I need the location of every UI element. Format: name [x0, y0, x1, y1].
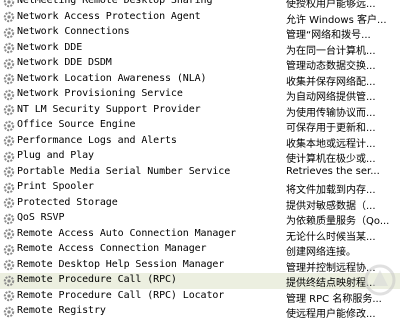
- service-description: Retrieves the ser...: [286, 166, 380, 177]
- service-row[interactable]: Network DDE DSDM 管理动态数据交换...: [0, 56, 400, 72]
- gear-icon: [3, 275, 15, 287]
- service-row[interactable]: Office Source Engine 可保存用于更新和...: [0, 118, 400, 134]
- gear-icon: [3, 11, 15, 23]
- service-name: Remote Access Auto Connection Manager: [17, 228, 236, 239]
- service-row[interactable]: QoS RSVP 为依赖质量服务（Qo...: [0, 211, 400, 227]
- service-row[interactable]: Remote Access Connection Manager 创建网络连接。: [0, 242, 400, 258]
- gear-icon: [3, 120, 15, 132]
- gear-icon: [3, 89, 15, 101]
- service-description: 无论什么时候当某...: [286, 228, 376, 243]
- gear-icon: [3, 197, 15, 209]
- service-row[interactable]: Remote Desktop Help Session Manager管理并控制…: [0, 258, 400, 274]
- service-row[interactable]: Portable Media Serial Number Service Retr…: [0, 165, 400, 181]
- service-row[interactable]: Network Access Protection Agent 允许 Window…: [0, 10, 400, 26]
- service-description: 允许 Windows 客户...: [286, 11, 387, 26]
- service-name: Network DDE: [17, 42, 82, 53]
- service-row[interactable]: Print Spooler 将文件加载到内存...: [0, 180, 400, 196]
- service-row[interactable]: Performance Logs and Alerts 收集本地或远程计...: [0, 134, 400, 150]
- service-row[interactable]: Remote Access Auto Connection Manager 无论什…: [0, 227, 400, 243]
- service-name: Remote Access Connection Manager: [17, 243, 206, 254]
- gear-icon: [3, 213, 15, 225]
- service-description: 收集并保存网络配...: [286, 73, 376, 88]
- gear-icon: [3, 166, 15, 178]
- service-description: 使授权用户能够远...: [286, 0, 376, 10]
- service-row[interactable]: Remote Registry 使远程用户能修改...: [0, 304, 400, 320]
- service-row[interactable]: Network DDE 为在同一台计算机...: [0, 41, 400, 57]
- gear-icon: [3, 135, 15, 147]
- gear-icon: [3, 244, 15, 256]
- site-watermark-icon: [362, 262, 398, 298]
- service-name: Network Provisioning Service: [17, 88, 183, 99]
- service-name: Network Connections: [17, 26, 130, 37]
- service-description: 管理动态数据交换...: [286, 57, 376, 72]
- service-name: Plug and Play: [17, 150, 94, 161]
- service-row[interactable]: Network Location Awareness (NLA) 收集并保存网络配…: [0, 72, 400, 88]
- service-description: 收集本地或远程计...: [286, 135, 376, 150]
- service-name: Network Access Protection Agent: [17, 11, 201, 22]
- gear-icon: [3, 73, 15, 85]
- service-row[interactable]: Network Provisioning Service 为自动网络提供管...: [0, 87, 400, 103]
- gear-icon: [3, 58, 15, 70]
- service-row[interactable]: Network Connections 管理“网络和拨号...: [0, 25, 400, 41]
- service-name: NT LM Security Support Provider: [17, 104, 201, 115]
- service-name: Protected Storage: [17, 197, 118, 208]
- service-row[interactable]: NetMeeting Remote Desktop Sharing 使授权用户能够…: [0, 0, 400, 10]
- service-name: Print Spooler: [17, 181, 94, 192]
- service-row[interactable]: Plug and Play 使计算机在极少或...: [0, 149, 400, 165]
- gear-icon: [3, 104, 15, 116]
- service-name: Performance Logs and Alerts: [17, 135, 177, 146]
- service-name: Portable Media Serial Number Service: [17, 166, 230, 177]
- service-description: 为使用传输协议而...: [286, 104, 376, 119]
- gear-icon: [3, 259, 15, 271]
- service-row[interactable]: NT LM Security Support Provider 为使用传输协议而.…: [0, 103, 400, 119]
- service-name: Network Location Awareness (NLA): [17, 73, 206, 84]
- service-name: QoS RSVP: [17, 212, 64, 223]
- service-description: 将文件加载到内存...: [286, 181, 376, 196]
- gear-icon: [3, 42, 15, 54]
- service-description: 使远程用户能修改...: [286, 305, 376, 320]
- service-row[interactable]: Protected Storage 提供对敏感数据（...: [0, 196, 400, 212]
- service-description: 为在同一台计算机...: [286, 42, 376, 57]
- service-description: 为依赖质量服务（Qo...: [286, 212, 389, 227]
- service-description: 使计算机在极少或...: [286, 150, 376, 165]
- service-name: NetMeeting Remote Desktop Sharing: [17, 0, 212, 6]
- service-row[interactable]: Remote Procedure Call (RPC) Locator管理 RP…: [0, 289, 400, 305]
- service-name: Remote Procedure Call (RPC): [17, 274, 177, 285]
- gear-icon: [3, 27, 15, 39]
- service-description: 管理“网络和拨号...: [286, 26, 371, 41]
- service-description: 可保存用于更新和...: [286, 119, 376, 134]
- service-name: Network DDE DSDM: [17, 57, 112, 68]
- services-list: NetMeeting Remote Desktop Sharing 使授权用户能够…: [0, 0, 400, 300]
- service-name: Remote Procedure Call (RPC) Locator: [17, 290, 224, 301]
- gear-icon: [3, 306, 15, 318]
- service-name: Remote Desktop Help Session Manager: [17, 259, 224, 270]
- gear-icon: [3, 290, 15, 302]
- gear-icon: [3, 228, 15, 240]
- service-description: 为自动网络提供管...: [286, 88, 376, 103]
- gear-icon: [3, 182, 15, 194]
- service-name: Remote Registry: [17, 305, 106, 316]
- service-description: 创建网络连接。: [286, 243, 356, 258]
- service-row[interactable]: Remote Procedure Call (RPC)提供终结点映射程...: [0, 273, 400, 289]
- gear-icon: [3, 0, 15, 8]
- service-description: 提供对敏感数据（...: [286, 197, 376, 212]
- service-name: Office Source Engine: [17, 119, 135, 130]
- gear-icon: [3, 151, 15, 163]
